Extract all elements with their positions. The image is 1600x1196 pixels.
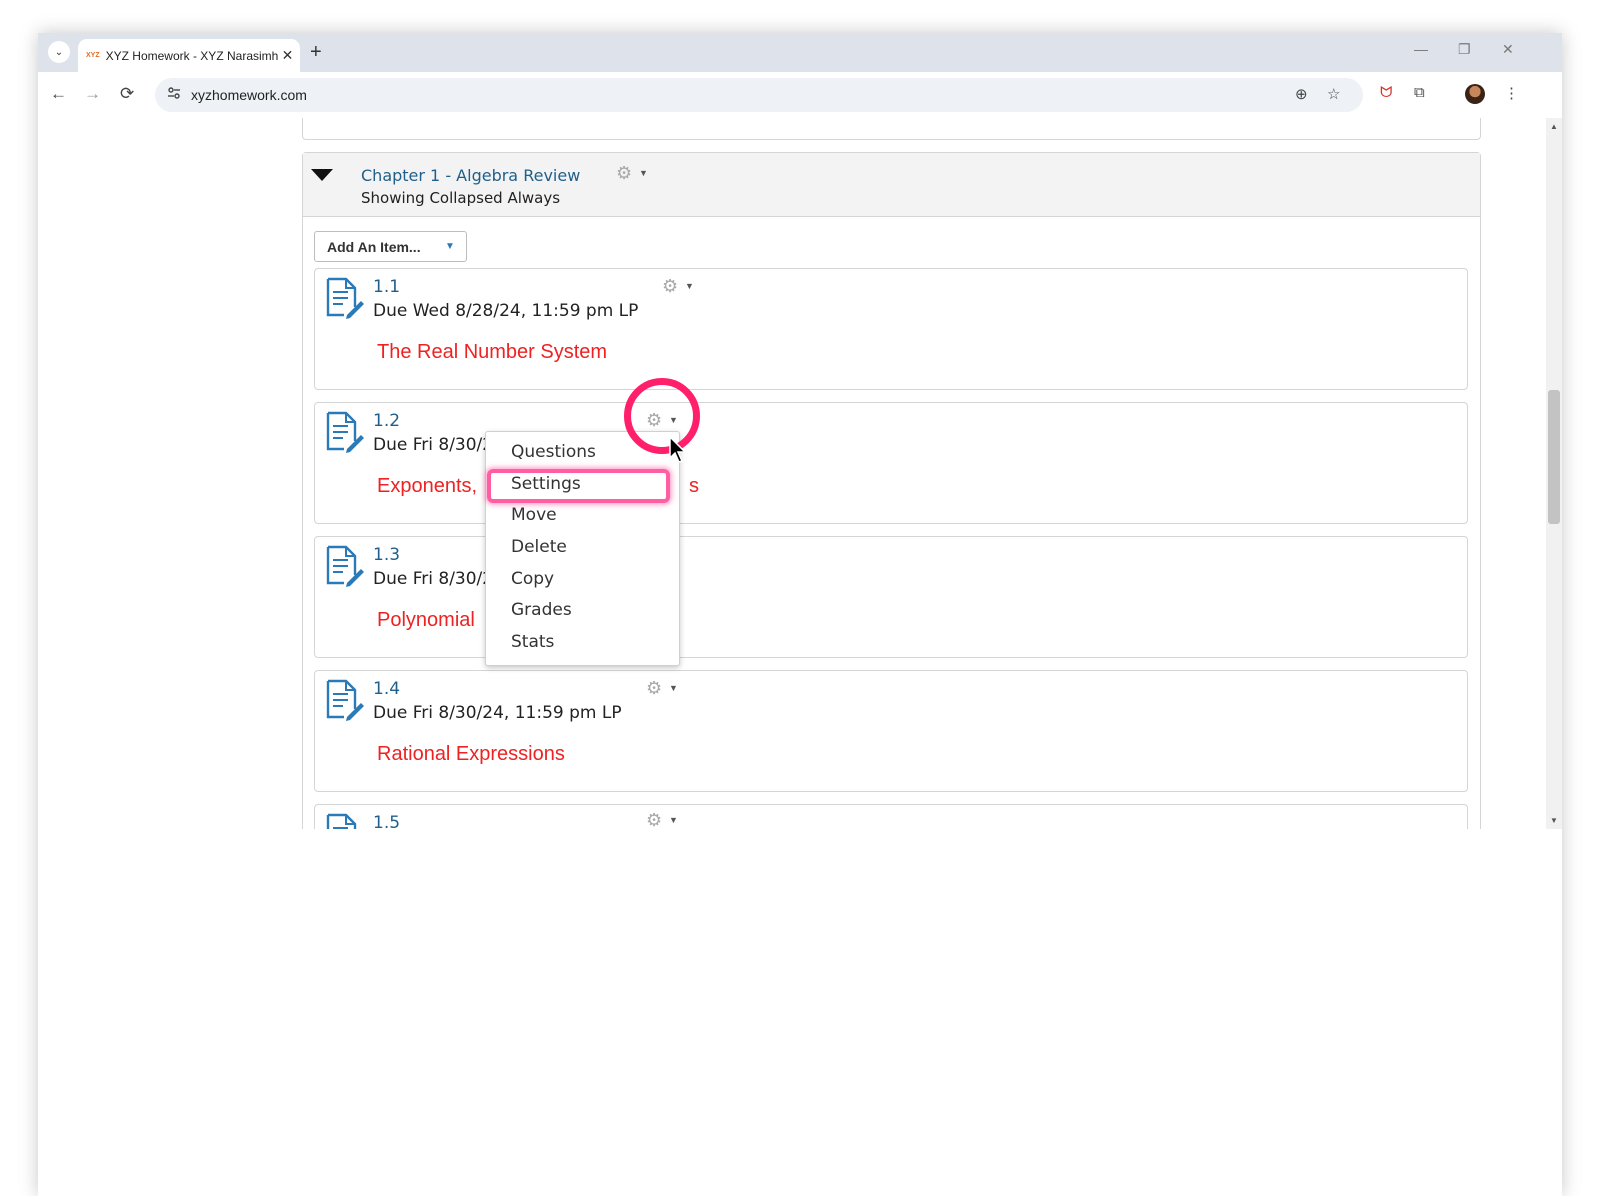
- item-number[interactable]: 1.5: [373, 813, 400, 829]
- item-gear-icon[interactable]: ⚙: [662, 277, 678, 295]
- chapter-subtitle: Showing Collapsed Always: [361, 189, 561, 207]
- new-tab-button[interactable]: +: [310, 41, 322, 63]
- chevron-down-icon[interactable]: ▼: [669, 683, 678, 693]
- menu-item-grades[interactable]: Grades: [511, 600, 572, 620]
- menu-item-questions[interactable]: Questions: [511, 442, 596, 462]
- chevron-down-icon[interactable]: ▼: [669, 815, 678, 825]
- close-window-button[interactable]: ✕: [1502, 41, 1514, 58]
- back-button[interactable]: ←: [50, 84, 67, 104]
- chapter-gear-icon[interactable]: ⚙: [616, 164, 632, 182]
- bookmark-star-icon[interactable]: ☆: [1327, 85, 1340, 103]
- menu-item-copy[interactable]: Copy: [511, 569, 554, 589]
- chevron-down-icon[interactable]: ▼: [639, 168, 648, 178]
- item-due-date: Due Fri 8/30/2: [373, 569, 494, 589]
- item-due-date: Due Wed 8/28/24, 11:59 pm LP: [373, 301, 639, 321]
- tab-search-button[interactable]: ⌄: [48, 41, 70, 63]
- item-topic: Exponents,: [377, 475, 478, 497]
- browser-menu-icon[interactable]: ⋮: [1504, 84, 1519, 102]
- item-gear-icon[interactable]: ⚙: [646, 811, 662, 829]
- url-text: xyzhomework.com: [191, 87, 307, 103]
- item-number[interactable]: 1.4: [373, 679, 400, 699]
- item-number[interactable]: 1.1: [373, 277, 400, 297]
- item-topic: The Real Number System: [377, 341, 608, 363]
- extension-icon[interactable]: ᗢ: [1380, 84, 1392, 101]
- assignment-doc-icon: [325, 545, 365, 592]
- mouse-cursor-icon: [669, 435, 689, 469]
- scrollbar-thumb[interactable]: [1548, 390, 1560, 524]
- chevron-down-icon: ⌄: [54, 46, 64, 58]
- chapter-title[interactable]: Chapter 1 - Algebra Review: [361, 166, 580, 185]
- page-viewport: Chapter 1 - Algebra Review Showing Colla…: [38, 118, 1562, 829]
- chevron-down-icon: ▼: [445, 241, 455, 252]
- chapter-header: Chapter 1 - Algebra Review Showing Colla…: [303, 153, 1480, 217]
- item-due-date: Due Fri 8/30/2: [373, 435, 494, 455]
- vertical-scrollbar[interactable]: ▲ ▼: [1546, 118, 1562, 829]
- item-gear-icon[interactable]: ⚙: [646, 679, 662, 697]
- browser-toolbar: ← → ⟳ xyzhomework.com ⊕ ☆ ᗢ ⧉ ⋮: [38, 72, 1562, 118]
- chevron-down-icon[interactable]: ▼: [685, 281, 694, 291]
- item-number[interactable]: 1.3: [373, 545, 400, 565]
- active-tab[interactable]: XYZ XYZ Homework - XYZ Narasimh ✕: [78, 39, 300, 72]
- item-topic-tail: s: [689, 475, 699, 497]
- favicon-icon: XYZ: [86, 52, 100, 59]
- item-due-date: Due Fri 8/30/24, 11:59 pm LP: [373, 703, 622, 723]
- tab-strip: ⌄ XYZ XYZ Homework - XYZ Narasimh ✕ + — …: [38, 33, 1562, 72]
- settings-highlight: [487, 469, 670, 503]
- previous-section-box: [302, 118, 1481, 140]
- assignment-item: 1.5 ⚙ ▼: [314, 804, 1468, 829]
- reload-button[interactable]: ⟳: [120, 84, 134, 104]
- assignment-item: 1.4 Due Fri 8/30/24, 11:59 pm LP Rationa…: [314, 670, 1468, 792]
- zoom-icon[interactable]: ⊕: [1295, 85, 1308, 103]
- menu-item-stats[interactable]: Stats: [511, 632, 554, 652]
- assignment-doc-icon: [325, 679, 365, 726]
- extensions-puzzle-icon[interactable]: ⧉: [1414, 84, 1425, 101]
- scroll-up-arrow-icon[interactable]: ▲: [1550, 122, 1558, 131]
- site-info-icon[interactable]: [167, 86, 181, 103]
- menu-item-move[interactable]: Move: [511, 505, 557, 525]
- restore-button[interactable]: ❐: [1458, 41, 1471, 58]
- address-bar[interactable]: xyzhomework.com ⊕ ☆: [155, 78, 1363, 112]
- add-item-button[interactable]: Add An Item... ▼: [314, 231, 467, 262]
- assignment-doc-icon: [325, 277, 365, 324]
- assignment-item: 1.1 Due Wed 8/28/24, 11:59 pm LP The Rea…: [314, 268, 1468, 390]
- profile-avatar[interactable]: [1465, 84, 1485, 104]
- minimize-button[interactable]: —: [1414, 41, 1428, 57]
- assignment-doc-icon: [325, 813, 365, 829]
- scroll-down-arrow-icon[interactable]: ▼: [1550, 816, 1558, 825]
- forward-button[interactable]: →: [84, 84, 101, 104]
- item-topic: Rational Expressions: [377, 743, 565, 765]
- tab-close-icon[interactable]: ✕: [282, 47, 294, 64]
- assignment-doc-icon: [325, 411, 365, 458]
- menu-item-delete[interactable]: Delete: [511, 537, 567, 557]
- collapse-caret-icon[interactable]: [311, 169, 333, 181]
- item-topic: Polynomial: [377, 609, 475, 631]
- browser-window: ⌄ XYZ XYZ Homework - XYZ Narasimh ✕ + — …: [38, 33, 1562, 1196]
- item-actions-menu: Questions Settings Move Delete Copy Grad…: [485, 431, 680, 666]
- chapter-panel: Chapter 1 - Algebra Review Showing Colla…: [302, 152, 1481, 829]
- tab-title: XYZ Homework - XYZ Narasimh: [105, 48, 278, 63]
- add-item-label: Add An Item...: [327, 239, 421, 255]
- item-number[interactable]: 1.2: [373, 411, 400, 431]
